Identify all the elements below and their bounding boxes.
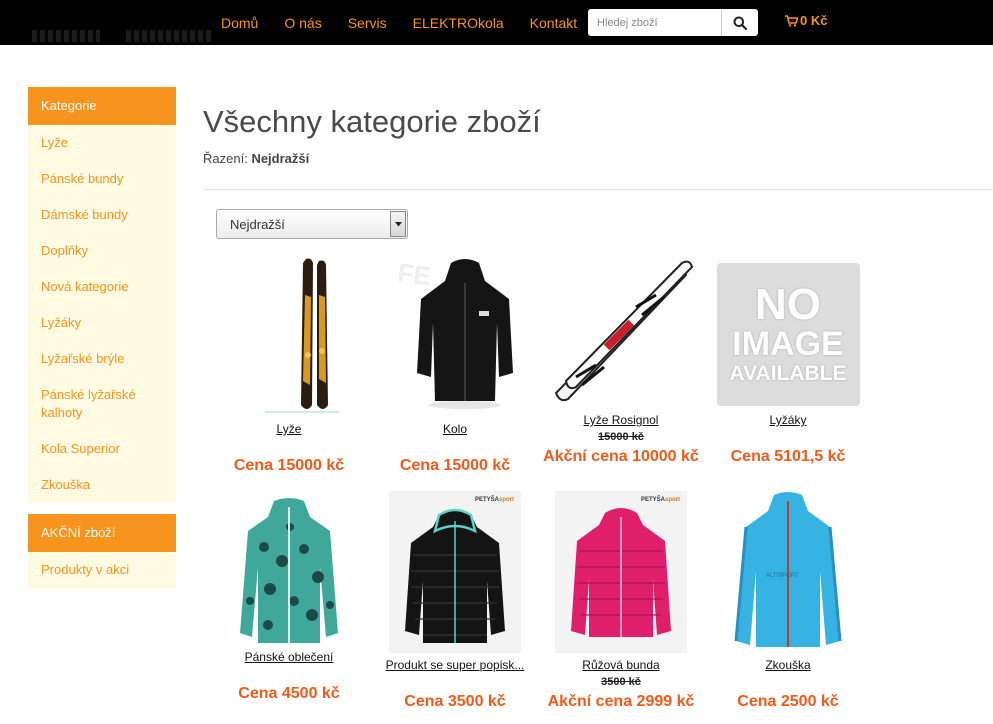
logo-left[interactable] — [32, 30, 100, 42]
main-nav: Domů O nás Servis ELEKTROkola Kontakt — [208, 0, 590, 45]
blue-fleece-jacket-image: ALTISPORT — [734, 492, 842, 647]
product-price: Cena 2500 kč — [737, 693, 839, 710]
svg-text:sport: sport — [665, 497, 680, 503]
categories-panel: Kategorie Lyže Pánské bundy Dámské bundy… — [28, 87, 176, 503]
sidebar-item-ski-goggles[interactable]: Lyžařské brýle — [28, 341, 176, 377]
sort-label: Řazení: — [203, 151, 248, 166]
product-old-price: 3500 kč — [601, 676, 641, 688]
product-image[interactable]: NO IMAGE AVAILABLE — [708, 263, 868, 406]
sort-value: Nejdražší — [251, 151, 310, 166]
chevron-down-icon — [390, 211, 406, 237]
sidebar-item-bikes-superior[interactable]: Kola Superior — [28, 431, 176, 467]
product-old-price: 15000 kč — [598, 431, 644, 443]
black-jacket-image: FE H — [396, 257, 513, 409]
nav-item-home[interactable]: Domů — [208, 15, 271, 31]
pink-down-jacket-image: PETYŠA sport — [555, 491, 687, 653]
product-image[interactable] — [209, 255, 369, 417]
product-name[interactable]: Lyže — [199, 422, 379, 436]
skis-image — [554, 260, 694, 402]
cart-button[interactable]: 0 Kč — [785, 13, 827, 28]
sidebar-item-new-category[interactable]: Nová kategorie — [28, 269, 176, 305]
search-input[interactable] — [588, 9, 722, 36]
divider — [203, 189, 993, 190]
svg-text:ALTISPORT: ALTISPORT — [766, 573, 799, 579]
sidebar-item-accessories[interactable]: Doplňky — [28, 233, 176, 269]
sort-info: Řazení: Nejdražší — [203, 151, 309, 166]
cart-icon — [785, 14, 798, 27]
no-image-line: IMAGE — [732, 324, 844, 363]
teal-jacket-image — [240, 498, 338, 643]
search-box — [588, 9, 758, 36]
svg-text:FE: FE — [396, 257, 433, 291]
search-icon — [733, 16, 747, 30]
svg-text:PETYŠA: PETYŠA — [641, 495, 666, 503]
top-bar: Domů O nás Servis ELEKTROkola Kontakt 0 … — [0, 0, 993, 45]
sidebar-item-sale-products[interactable]: Produkty v akci — [28, 552, 176, 588]
product-name[interactable]: Lyže Rosignol — [531, 413, 711, 427]
sidebar-item-test[interactable]: Zkouška — [28, 467, 176, 503]
sidebar-item-skis[interactable]: Lyže — [28, 125, 176, 161]
sidebar-item-mens-ski-pants[interactable]: Pánské lyžařské kalhoty — [28, 377, 176, 431]
no-image-line: NO — [755, 279, 821, 329]
product-image[interactable] — [541, 255, 701, 405]
product-name[interactable]: Kolo — [365, 422, 545, 436]
svg-text:sport: sport — [499, 497, 514, 503]
product-image[interactable]: FE H — [375, 255, 535, 417]
black-down-jacket-image: PETYŠA sport — [389, 491, 521, 653]
sidebar-item-womens-jackets[interactable]: Dámské bundy — [28, 197, 176, 233]
no-image-line: AVAILABLE — [729, 361, 847, 385]
product-name[interactable]: Pánské oblečení — [199, 650, 379, 664]
product-image[interactable]: PETYŠA sport — [375, 491, 535, 653]
product-price: Cena 5101,5 kč — [730, 448, 846, 465]
product-image[interactable]: ALTISPORT — [708, 491, 868, 653]
sort-select[interactable]: Nejdražší — [216, 209, 408, 239]
product-name[interactable]: Zkouška — [698, 658, 878, 672]
product-name[interactable]: Produkt se super popisk... — [365, 658, 545, 672]
nav-item-service[interactable]: Servis — [335, 15, 400, 31]
product-image[interactable]: PETYŠA sport — [541, 491, 701, 653]
logo-right — [126, 30, 212, 42]
nav-item-about[interactable]: O nás — [271, 15, 334, 31]
sort-select-value: Nejdražší — [230, 216, 285, 232]
product-name[interactable]: Lyžáky — [698, 413, 878, 427]
categories-title: Kategorie — [28, 87, 176, 125]
page-title: Všechny kategorie zboží — [203, 104, 541, 139]
sidebar-item-ski-boots[interactable]: Lyžáky — [28, 305, 176, 341]
cart-total: 0 Kč — [800, 13, 828, 28]
nav-item-contact[interactable]: Kontakt — [517, 15, 590, 31]
sale-title: AKČNÍ zboží — [28, 514, 176, 552]
product-name[interactable]: Růžová bunda — [531, 658, 711, 672]
nav-item-ebikes[interactable]: ELEKTROkola — [400, 15, 517, 31]
skis-image — [265, 258, 339, 413]
product-image[interactable] — [209, 497, 369, 645]
sale-panel: AKČNÍ zboží Produkty v akci — [28, 514, 176, 588]
search-button[interactable] — [722, 9, 758, 36]
sidebar-item-mens-jackets[interactable]: Pánské bundy — [28, 161, 176, 197]
no-image-placeholder: NO IMAGE AVAILABLE — [716, 263, 860, 406]
svg-text:PETYŠA: PETYŠA — [475, 495, 500, 503]
